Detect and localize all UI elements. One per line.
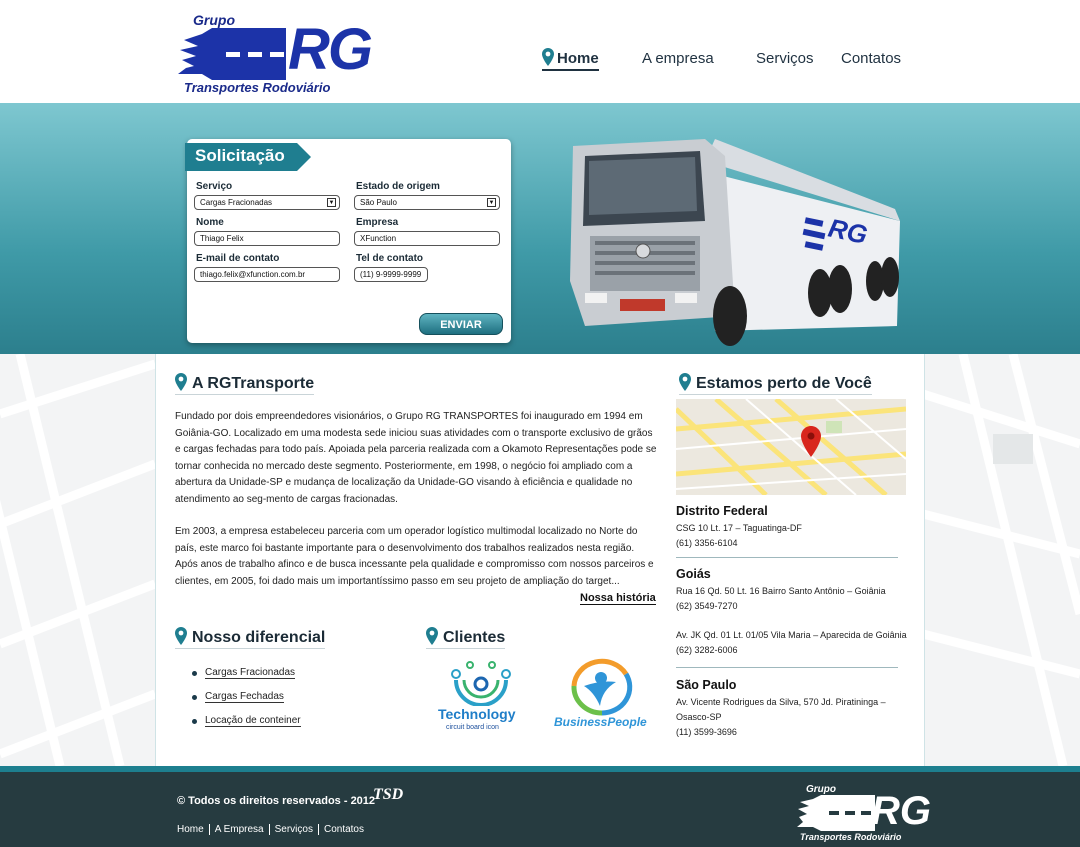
location-map[interactable] (676, 399, 906, 495)
send-button[interactable]: ENVIAR (419, 313, 503, 335)
nav-services[interactable]: Serviços (756, 50, 814, 67)
name-label: Nome (196, 217, 224, 228)
background-map-right (923, 354, 1080, 766)
sp-address-2: Osasco-SP (676, 712, 722, 722)
list-item[interactable]: Cargas Fracionadas (192, 661, 301, 685)
client-businesspeople-logo[interactable]: BusinessPeople (554, 658, 654, 734)
email-input[interactable]: thiago.felix@xfunction.com.br (194, 267, 340, 282)
phone-input[interactable]: (11) 9-9999-9999 (354, 267, 428, 282)
site-footer: © Todos os direitos reservados - 2012 TS… (0, 766, 1080, 847)
client-technology-name: Technology (438, 706, 516, 722)
origin-label: Estado de origem (356, 181, 440, 192)
about-paragraph-1: Fundado por dois empreendedores visionár… (175, 411, 657, 505)
about-paragraph-2: Em 2003, a empresa estabeleceu parceria … (175, 526, 654, 587)
divider (676, 557, 898, 558)
client-businesspeople-name: BusinessPeople (554, 715, 647, 729)
truck-image: RG (570, 139, 900, 346)
divider (676, 667, 898, 668)
map-pin-icon (679, 373, 691, 391)
city-df: Distrito Federal (676, 504, 768, 518)
client-technology-logo[interactable]: Technology circuit board icon (436, 660, 526, 736)
diferencial-list: Cargas Fracionadas Cargas Fechadas Locaç… (192, 661, 301, 733)
company-input[interactable]: XFunction (354, 231, 500, 246)
footer-link-contacts[interactable]: Contatos (317, 824, 369, 835)
map-pin-icon (175, 373, 187, 391)
service-label: Serviço (196, 181, 233, 192)
hero-banner: Solicitação Serviço Cargas Fracionadas ▼… (0, 103, 1080, 354)
site-header: Grupo RG Transportes Rodoviário Home A e… (0, 0, 1080, 103)
client-technology-sub: circuit board icon (446, 724, 499, 731)
map-pin-icon (426, 627, 438, 645)
go-phone-1: (62) 3549-7270 (676, 601, 738, 611)
footer-link-home[interactable]: Home (177, 824, 209, 835)
dropdown-arrow-icon: ▼ (487, 198, 496, 207)
phone-label: Tel de contato (356, 253, 424, 264)
email-label: E-mail de contato (196, 253, 280, 264)
company-label: Empresa (356, 217, 399, 228)
sp-phone: (11) 3599-3696 (676, 727, 737, 737)
tsd-badge-logo: TSD (373, 786, 404, 803)
city-go: Goiás (676, 567, 711, 581)
df-address: CSG 10 Lt. 17 – Taguatinga-DF (676, 523, 802, 533)
near-heading: Estamos perto de Você (679, 373, 872, 395)
list-item[interactable]: Cargas Fechadas (192, 685, 301, 709)
copyright: © Todos os direitos reservados - 2012 (177, 795, 376, 807)
nav-home[interactable]: Home (542, 48, 599, 71)
about-heading: A RGTransporte (175, 373, 315, 395)
go-address-2: Av. JK Qd. 01 Lt. 01/05 Vila Maria – Apa… (676, 630, 907, 640)
footer-link-services[interactable]: Serviços (268, 824, 318, 835)
map-pin-icon (542, 48, 554, 66)
city-sp: São Paulo (676, 678, 737, 692)
diferencial-heading: Nosso diferencial (175, 627, 326, 649)
nav-company[interactable]: A empresa (642, 50, 714, 67)
request-form: Solicitação Serviço Cargas Fracionadas ▼… (185, 139, 511, 343)
background-map-left (0, 354, 155, 766)
footer-nav: Home A Empresa Serviços Contatos (177, 824, 369, 835)
street-map-image (676, 399, 906, 495)
list-item[interactable]: Locação de conteiner (192, 709, 301, 733)
main-content: A RGTransporte Fundado por dois empreend… (155, 354, 925, 766)
history-link[interactable]: Nossa história (580, 592, 656, 605)
df-phone: (61) 3356-6104 (676, 538, 738, 548)
go-phone-2: (62) 3282-6006 (676, 645, 738, 655)
name-input[interactable]: Thiago Felix (194, 231, 340, 246)
origin-select[interactable]: São Paulo ▼ (354, 195, 500, 210)
main-nav: Home A empresa Serviços Contatos (0, 48, 1080, 74)
map-pin-icon (175, 627, 187, 645)
footer-brand-logo[interactable]: Grupo RG Transportes Rodoviário (795, 784, 931, 846)
clients-heading: Clientes (426, 627, 506, 649)
nav-contacts[interactable]: Contatos (841, 50, 901, 67)
sp-address-1: Av. Vicente Rodrigues da Silva, 570 Jd. … (676, 697, 886, 707)
circuit-board-icon (451, 661, 511, 707)
footer-link-company[interactable]: A Empresa (208, 824, 269, 835)
form-title: Solicitação (185, 143, 311, 171)
dropdown-arrow-icon: ▼ (327, 198, 336, 207)
business-people-icon (571, 658, 633, 716)
go-address-1: Rua 16 Qd. 50 Lt. 16 Bairro Santo Antôni… (676, 586, 886, 596)
service-select[interactable]: Cargas Fracionadas ▼ (194, 195, 340, 210)
